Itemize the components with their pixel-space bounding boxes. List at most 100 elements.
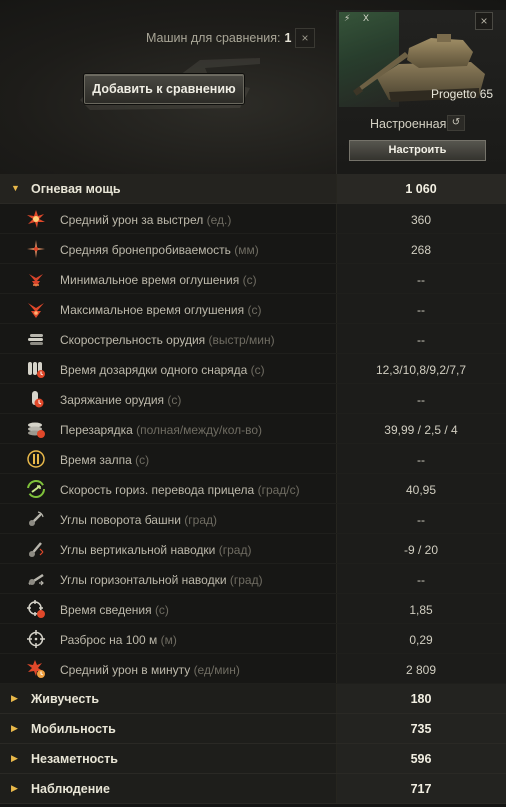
stat-name: Минимальное время оглушения	[60, 273, 240, 287]
stat-row: Разброс на 100 м (м) 0,29	[0, 624, 506, 654]
section-value: 596	[410, 752, 432, 766]
stat-row: Время сведения (с) 1,85	[0, 594, 506, 624]
chevron-right-icon: ▶	[11, 783, 18, 793]
stat-name: Средний урон за выстрел	[60, 213, 204, 227]
stat-value: -9 / 20	[403, 543, 439, 557]
stat-row: Средняя бронепробиваемость (мм) 268	[0, 234, 506, 264]
penetration-icon	[27, 240, 45, 258]
stat-unit: (с)	[250, 363, 265, 377]
compare-count-value: 1	[284, 31, 292, 45]
stat-unit: (град)	[184, 513, 217, 527]
stat-row: Время дозарядки одного снаряда (с) 12,3/…	[0, 354, 506, 384]
reset-config-button[interactable]: ↺	[447, 115, 465, 131]
stat-value: 360	[410, 213, 432, 227]
loading-icon	[32, 391, 44, 408]
stat-row: Средний урон за выстрел (ед.) 360	[0, 204, 506, 234]
stat-unit: (с)	[135, 453, 150, 467]
section-value: 717	[410, 782, 432, 796]
stat-row: Скорострельность орудия (выстр/мин) --	[0, 324, 506, 354]
remove-tank-button[interactable]: ×	[475, 12, 493, 30]
section-value: 180	[410, 692, 432, 706]
clear-compare-button[interactable]: ×	[295, 28, 315, 48]
stat-unit: (полная/между/кол-во)	[136, 423, 263, 437]
stat-unit: (мм)	[234, 243, 259, 257]
chevron-down-icon: ▼	[11, 183, 20, 193]
stat-unit: (выстр/мин)	[208, 333, 275, 347]
stat-value: --	[417, 453, 425, 467]
stat-value: 39,99 / 2,5 / 4	[384, 423, 458, 437]
config-label: Настроенная	[370, 117, 447, 131]
stat-name: Заряжание орудия	[60, 393, 165, 407]
stat-label: Время дозарядки одного снаряда (с)	[60, 363, 265, 377]
stat-row: Средний урон в минуту (ед/мин) 2 809	[0, 654, 506, 684]
add-to-compare-button[interactable]: Добавить к сравнению	[84, 74, 244, 104]
compare-header: Машин для сравнения: 1 × Добавить к сравн…	[0, 0, 506, 174]
stat-row: Заряжание орудия (с) --	[0, 384, 506, 414]
stat-unit: (с)	[247, 303, 262, 317]
section-concealment[interactable]: ▶ Незаметность 596	[0, 744, 506, 774]
stat-unit: (с)	[154, 603, 169, 617]
stat-value: --	[417, 303, 425, 317]
dispersion-icon	[27, 630, 45, 648]
stats-table: ▼ Огневая мощь 1 060 Средний урон за выс…	[0, 174, 506, 804]
stat-value: 40,95	[405, 483, 437, 497]
stat-value: --	[417, 573, 425, 587]
tank-card: ⚡ X × Progetto 65 Настроенная ↺ Настроит…	[336, 10, 506, 174]
stat-value: --	[417, 333, 425, 347]
stat-name: Скорость гориз. перевода прицела	[60, 483, 255, 497]
stat-label: Минимальное время оглушения (с)	[60, 273, 257, 287]
stat-name: Перезарядка	[60, 423, 133, 437]
stat-name: Скорострельность орудия	[60, 333, 206, 347]
section-survivability[interactable]: ▶ Живучесть 180	[0, 684, 506, 714]
stat-row: Углы поворота башни (град) --	[0, 504, 506, 534]
section-title: Незаметность	[31, 752, 118, 766]
stat-value: 0,29	[409, 633, 433, 647]
damage-burst-icon	[27, 210, 45, 228]
stat-label: Углы поворота башни (град)	[60, 513, 217, 527]
stat-label: Скорострельность орудия (выстр/мин)	[60, 333, 275, 347]
section-value: 735	[410, 722, 432, 736]
turret-traverse-icon	[27, 480, 45, 498]
turret-rotation-icon	[29, 511, 44, 526]
aim-time-icon	[27, 600, 45, 618]
clip-reload-icon	[28, 362, 45, 378]
section-title: Наблюдение	[31, 782, 110, 796]
chevron-right-icon: ▶	[11, 693, 18, 703]
stat-name: Время дозарядки одного снаряда	[60, 363, 248, 377]
section-title: Живучесть	[31, 692, 100, 706]
stat-unit: (град)	[218, 543, 252, 557]
stat-label: Средний урон за выстрел (ед.)	[60, 213, 231, 227]
section-mobility[interactable]: ▶ Мобильность 735	[0, 714, 506, 744]
stat-unit: (град)	[229, 573, 263, 587]
stat-name: Углы вертикальной наводки	[60, 543, 216, 557]
stat-value: --	[417, 513, 425, 527]
stat-label: Средний урон в минуту (ед/мин)	[60, 663, 240, 677]
stat-name: Время сведения	[60, 603, 152, 617]
stat-row: Углы горизонтальной наводки (град) --	[0, 564, 506, 594]
stat-row: Время залпа (с) --	[0, 444, 506, 474]
section-title: Мобильность	[31, 722, 116, 736]
stat-label: Перезарядка (полная/между/кол-во)	[60, 423, 262, 437]
stat-row: Минимальное время оглушения (с) --	[0, 264, 506, 294]
section-firepower[interactable]: ▼ Огневая мощь 1 060	[0, 174, 506, 204]
stat-label: Время залпа (с)	[60, 453, 149, 467]
stat-label: Заряжание орудия (с)	[60, 393, 181, 407]
stat-label: Средняя бронепробиваемость (мм)	[60, 243, 259, 257]
section-value: 1 060	[405, 182, 437, 196]
section-spotting[interactable]: ▶ Наблюдение 717	[0, 774, 506, 804]
stat-value: 12,3/10,8/9,2/7,7	[375, 363, 467, 377]
stat-row: Скорость гориз. перевода прицела (град/с…	[0, 474, 506, 504]
stat-label: Углы вертикальной наводки (град)	[60, 543, 251, 557]
stat-row: Максимальное время оглушения (с) --	[0, 294, 506, 324]
stat-value: --	[417, 273, 425, 287]
salvo-icon	[27, 450, 45, 468]
chevron-right-icon: ▶	[11, 723, 18, 733]
rate-of-fire-icon	[28, 334, 43, 345]
premium-badge-icon: ⚡	[344, 13, 351, 23]
configure-button[interactable]: Настроить	[349, 140, 486, 161]
stat-name: Разброс на 100 м	[60, 633, 158, 647]
stat-name: Средний урон в минуту	[60, 663, 191, 677]
stat-unit: (ед/мин)	[193, 663, 240, 677]
stat-value: 268	[410, 243, 432, 257]
stat-row: Перезарядка (полная/между/кол-во) 39,99 …	[0, 414, 506, 444]
